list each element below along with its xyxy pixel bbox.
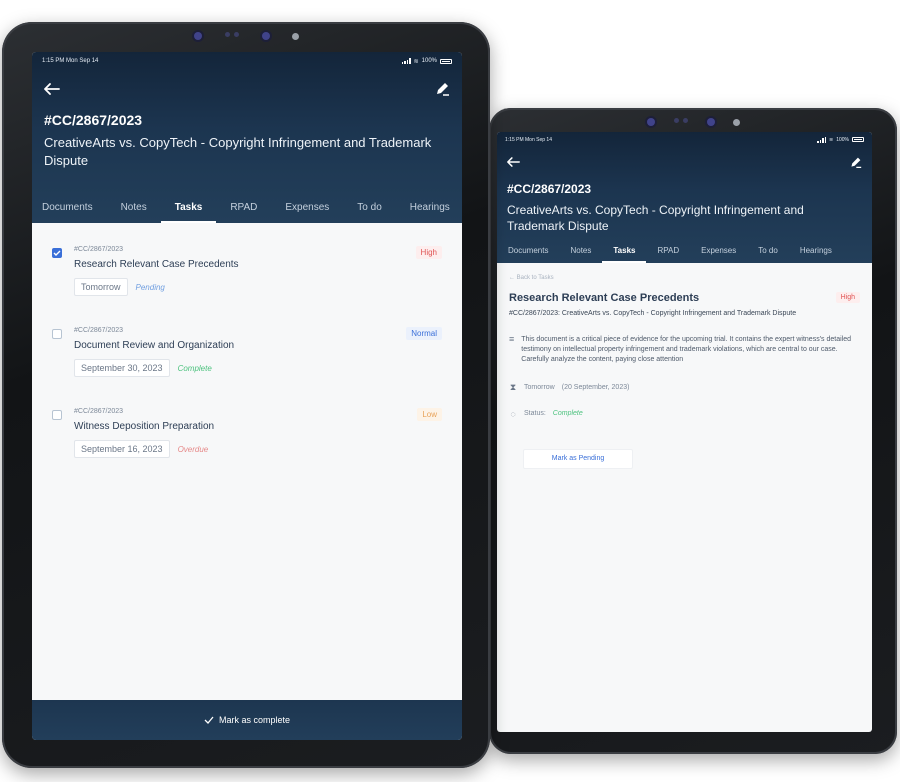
tab-notes[interactable]: Notes [559,246,602,263]
battery-percent: 100% [421,58,437,64]
check-icon [204,716,214,724]
mark-complete-label: Mark as complete [218,715,291,725]
mark-pending-button[interactable]: Mark as Pending [523,448,633,469]
detail-title: Research Relevant Case Precedents [509,292,700,304]
case-title: CreativeArts vs. CopyTech - Copyright In… [44,135,432,168]
case-id: #CC/2867/2023 [507,182,592,196]
tablet-right: 1:15 PM Mon Sep 14 ≋ 100% #CC/2867/2023 … [489,108,897,754]
tab-tasks[interactable]: Tasks [160,202,217,223]
status-date: Mon Sep 14 [525,136,552,143]
camera-lens [261,32,270,40]
case-header: 1:15 PM Mon Sep 14 ≋ 100% #CC/2867/2023 … [32,52,462,223]
check-icon [53,250,61,256]
tab-expenses[interactable]: Expenses [690,246,747,263]
case-header: 1:15 PM Mon Sep 14 ≋ 100% #CC/2867/2023 … [497,132,872,263]
task-state: Pending [135,282,165,292]
signal-icon [817,136,826,143]
task-case-id: #CC/2867/2023 [74,408,124,415]
battery-icon [852,137,864,142]
back-arrow-icon[interactable] [44,83,60,95]
priority-badge: Normal [406,327,442,340]
camera-lens [706,118,715,126]
task-due-date: September 30, 2023 [74,359,170,377]
due-label: Tomorrow [524,383,555,391]
edit-pencil-icon[interactable] [434,81,450,97]
signal-icon [401,58,411,64]
tab-todo[interactable]: To do [747,246,789,263]
tab-hearings[interactable]: Hearings [396,202,462,223]
hourglass-icon: ⧗ [509,381,517,392]
task-row[interactable]: #CC/2867/2023 Research Relevant Case Pre… [52,246,442,326]
tablet-left: 1:15 PM Mon Sep 14 ≋ 100% #CC/2867/2023 … [2,22,490,768]
tab-bar: Documents Notes Tasks RPAD Expenses To d… [32,202,462,223]
back-arrow-icon[interactable] [507,157,520,167]
detail-description: This document is a critical piece of evi… [521,336,851,364]
light-sensor [732,118,740,126]
camera-lens [646,118,655,126]
task-due-date: September 16, 2023 [74,440,170,458]
task-due-date: Tomorrow [74,278,128,296]
task-state: Overdue [177,444,209,454]
lines-icon: ≡ [509,334,515,345]
camera-lens [193,32,202,40]
task-list-screen: 1:15 PM Mon Sep 14 ≋ 100% #CC/2867/2023 … [32,52,462,740]
task-row[interactable]: #CC/2867/2023 Witness Deposition Prepara… [52,408,442,488]
tab-rpad[interactable]: RPAD [646,246,690,263]
case-id: #CC/2867/2023 [44,112,143,128]
back-arrow-icon: ← [509,275,515,281]
task-name: Witness Deposition Preparation [74,421,215,432]
tab-tasks[interactable]: Tasks [602,246,647,263]
tab-hearings[interactable]: Hearings [789,246,843,263]
task-state: Complete [177,363,212,373]
task-detail-screen: 1:15 PM Mon Sep 14 ≋ 100% #CC/2867/2023 … [497,132,872,732]
tab-documents[interactable]: Documents [32,202,107,223]
due-date: (20 September, 2023) [561,383,630,391]
edit-pencil-icon[interactable] [849,156,862,169]
status-value: Complete [552,410,583,418]
status-time: 1:15 PM [42,58,65,64]
tab-notes[interactable]: Notes [107,202,161,223]
detail-case-subtitle: #CC/2867/2023: CreativeArts vs. CopyTech… [509,310,797,317]
tab-todo[interactable]: To do [343,202,395,223]
task-checkbox[interactable] [52,329,62,339]
status-bar: 1:15 PM Mon Sep 14 ≋ 100% [32,52,462,66]
task-row[interactable]: #CC/2867/2023 Document Review and Organi… [52,327,442,407]
status-bar: 1:15 PM Mon Sep 14 ≋ 100% [497,132,872,144]
tab-rpad[interactable]: RPAD [216,202,271,223]
priority-badge: Low [417,408,442,421]
task-list: #CC/2867/2023 Research Relevant Case Pre… [32,223,462,488]
wifi-icon: ≋ [413,58,419,65]
back-to-tasks-link[interactable]: ← Back to Tasks [509,275,860,281]
camera-bar [2,22,490,50]
spinner-icon: ◌ [510,408,516,419]
status-date: Mon Sep 14 [66,58,99,64]
mark-complete-button[interactable]: Mark as complete [32,700,462,740]
battery-percent: 100% [836,136,849,143]
case-title: CreativeArts vs. CopyTech - Copyright In… [507,203,804,234]
task-detail: ← Back to Tasks Research Relevant Case P… [497,263,872,469]
task-case-id: #CC/2867/2023 [74,327,124,334]
tab-documents[interactable]: Documents [497,246,559,263]
sensor-dots [673,118,689,126]
tab-bar: Documents Notes Tasks RPAD Expenses To d… [497,246,872,263]
battery-icon [440,58,452,64]
task-name: Document Review and Organization [74,340,235,351]
wifi-icon: ≋ [829,136,834,143]
sensor-dots [224,32,240,40]
tab-expenses[interactable]: Expenses [271,202,343,223]
task-checkbox[interactable] [52,248,62,258]
priority-badge: High [415,246,442,259]
task-checkbox[interactable] [52,410,62,420]
light-sensor [291,32,299,40]
status-time: 1:15 PM [505,136,524,143]
priority-badge: High [835,292,860,303]
task-case-id: #CC/2867/2023 [74,246,124,253]
task-name: Research Relevant Case Precedents [74,259,239,270]
status-label: Status: [524,410,546,418]
